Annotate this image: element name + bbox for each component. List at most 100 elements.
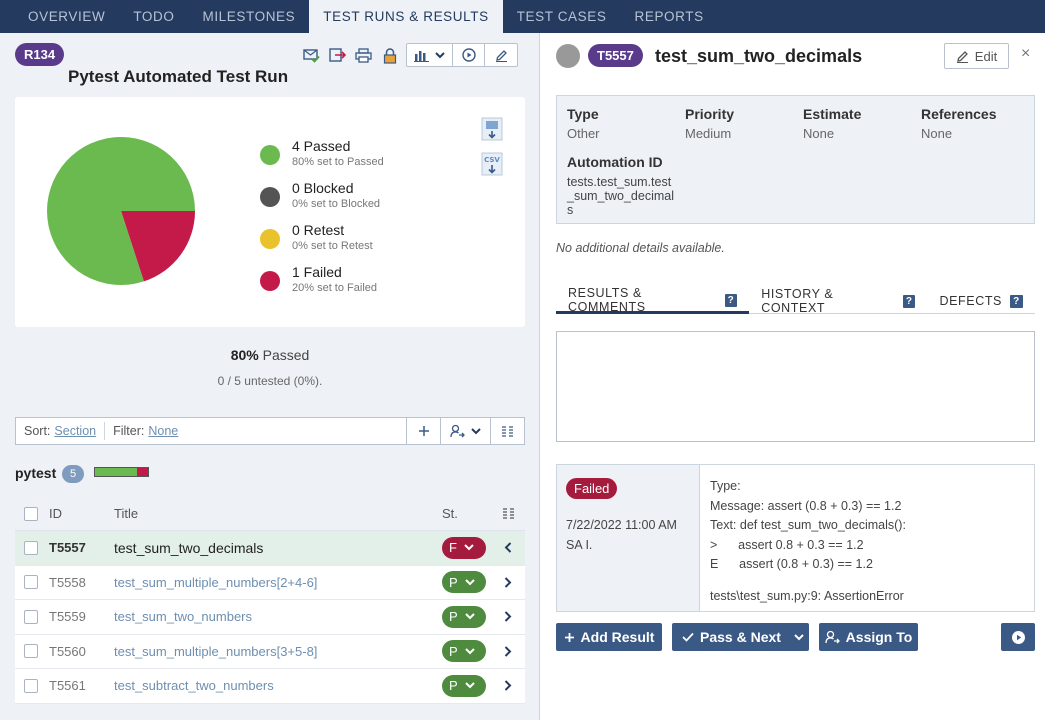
type-label: Type <box>567 106 599 122</box>
export-csv-icon[interactable]: CSV <box>480 152 504 176</box>
columns-icon[interactable] <box>500 508 516 519</box>
chevron-right-icon[interactable] <box>500 680 516 691</box>
section-title[interactable]: pytest <box>15 465 56 481</box>
row-checkbox[interactable] <box>24 575 38 590</box>
run-panel: R134 Pytest Automated Test Run 4 Passed … <box>0 33 540 720</box>
table-row[interactable]: T5560 test_sum_multiple_numbers[3+5-8] P <box>15 635 525 669</box>
tab-history-context[interactable]: HISTORY & CONTEXT ? <box>749 287 927 315</box>
legend-sub: 80% set to Passed <box>292 156 384 168</box>
legend-label: 0 Retest <box>292 222 345 238</box>
help-icon[interactable]: ? <box>724 293 738 307</box>
chevron-down-icon[interactable] <box>794 634 804 641</box>
status-letter: P <box>449 609 458 625</box>
run-edit-button[interactable] <box>485 44 517 66</box>
result-line: Text: def test_sum_two_decimals(): <box>710 518 906 532</box>
test-title[interactable]: test_sum_two_decimals <box>114 540 442 556</box>
sort-control: Sort: Section <box>16 422 106 440</box>
export-icon[interactable] <box>328 46 347 65</box>
reports-dropdown[interactable] <box>407 44 453 66</box>
legend-sub: 0% set to Blocked <box>292 198 381 210</box>
status-letter: P <box>449 574 458 590</box>
test-title[interactable]: test_sum_two_numbers <box>114 609 442 624</box>
assign-to-button[interactable]: Assign To <box>819 623 918 651</box>
comment-textarea[interactable] <box>556 331 1035 442</box>
top-nav: OVERVIEW TODO MILESTONES TEST RUNS & RES… <box>0 0 1045 33</box>
run-toolbar <box>302 46 399 65</box>
email-check-icon[interactable] <box>302 46 321 65</box>
table-row[interactable]: T5557 test_sum_two_decimals F <box>15 531 525 566</box>
result-user: SA I. <box>566 538 593 552</box>
legend-item-retest: 0 Retest 0% set to Retest <box>260 221 384 263</box>
status-dropdown[interactable]: P <box>442 571 486 594</box>
status-dropdown[interactable]: P <box>442 674 486 697</box>
chevron-down-icon <box>471 427 481 434</box>
assign-dropdown[interactable] <box>440 418 490 444</box>
row-checkbox[interactable] <box>24 644 38 659</box>
status-letter: P <box>449 643 458 659</box>
legend-dot-retest <box>260 229 280 249</box>
row-checkbox[interactable] <box>24 540 38 555</box>
results-pie-chart <box>47 137 196 285</box>
test-status-indicator <box>556 44 580 68</box>
test-id: T5560 <box>49 643 86 659</box>
tab-overview[interactable]: OVERVIEW <box>14 0 119 33</box>
table-header: ID Title St. <box>15 497 525 531</box>
row-checkbox[interactable] <box>24 609 38 624</box>
filter-label: Filter: <box>113 424 145 438</box>
help-icon[interactable]: ? <box>903 294 916 308</box>
chevron-right-icon[interactable] <box>500 646 516 657</box>
print-icon[interactable] <box>354 46 373 65</box>
results-chart-card: 4 Passed 80% set to Passed 0 Blocked 0% … <box>15 97 525 327</box>
test-title[interactable]: test_sum_multiple_numbers[2+4-6] <box>114 575 442 590</box>
svg-text:CSV: CSV <box>484 156 500 164</box>
add-filter-button[interactable] <box>406 418 440 444</box>
chevron-down-icon <box>435 51 445 58</box>
run-play-button[interactable] <box>453 44 485 66</box>
test-id-badge[interactable]: T5557 <box>588 44 643 67</box>
chevron-left-icon[interactable] <box>500 542 516 553</box>
chevron-down-icon <box>464 579 475 586</box>
tab-milestones[interactable]: MILESTONES <box>188 0 309 33</box>
result-line: E assert (0.8 + 0.3) == 1.2 <box>710 557 873 571</box>
tab-reports[interactable]: REPORTS <box>620 0 717 33</box>
test-title[interactable]: test_subtract_two_numbers <box>114 678 442 693</box>
sort-section-link[interactable]: Section <box>54 424 96 438</box>
tab-results-comments[interactable]: RESULTS & COMMENTS ? <box>556 286 750 314</box>
table-row[interactable]: T5559 test_sum_two_numbers P <box>15 600 525 635</box>
filter-control: Filter: None <box>105 422 406 440</box>
test-title[interactable]: test_sum_multiple_numbers[3+5-8] <box>114 644 442 659</box>
chevron-right-icon[interactable] <box>500 611 516 622</box>
tab-test-runs-results[interactable]: TEST RUNS & RESULTS <box>309 0 503 33</box>
legend-item-failed: 1 Failed 20% set to Failed <box>260 263 384 305</box>
result-line: Message: assert (0.8 + 0.3) == 1.2 <box>710 498 902 513</box>
close-icon[interactable]: × <box>1021 45 1030 63</box>
sort-label: Sort: <box>24 424 51 438</box>
status-dropdown[interactable]: P <box>442 640 486 663</box>
export-image-icon[interactable] <box>480 117 504 141</box>
edit-button[interactable]: Edit <box>944 43 1009 69</box>
tab-test-cases[interactable]: TEST CASES <box>503 0 621 33</box>
select-all-checkbox[interactable] <box>24 506 38 521</box>
tab-defects[interactable]: DEFECTS ? <box>927 289 1035 313</box>
legend-label: 4 Passed <box>292 138 351 154</box>
lock-icon[interactable] <box>380 46 399 65</box>
chevron-right-icon[interactable] <box>500 577 516 588</box>
result-meta-text: 7/22/2022 11:00 AM SA I. <box>566 515 677 555</box>
filter-none-link[interactable]: None <box>148 424 178 438</box>
pass-next-button[interactable]: Pass & Next <box>672 623 809 651</box>
priority-label: Priority <box>685 106 735 122</box>
columns-button[interactable] <box>490 418 524 444</box>
check-icon <box>682 632 694 642</box>
tab-todo[interactable]: TODO <box>119 0 188 33</box>
status-dropdown[interactable]: F <box>442 536 486 559</box>
run-id-badge[interactable]: R134 <box>15 43 65 66</box>
run-test-button[interactable] <box>1001 623 1035 651</box>
add-result-button[interactable]: Add Result <box>556 623 662 651</box>
table-row[interactable]: T5558 test_sum_multiple_numbers[2+4-6] P <box>15 566 525 600</box>
status-letter: P <box>449 678 458 694</box>
table-row[interactable]: T5561 test_subtract_two_numbers P <box>15 669 525 704</box>
help-icon[interactable]: ? <box>1010 294 1023 308</box>
chevron-down-icon <box>464 682 475 689</box>
status-dropdown[interactable]: P <box>442 605 486 628</box>
row-checkbox[interactable] <box>24 678 38 693</box>
